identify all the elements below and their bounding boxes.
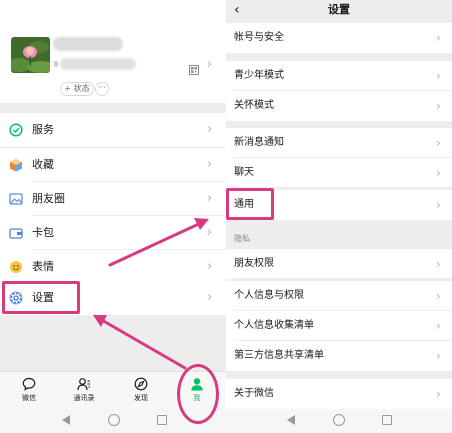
- settings-item-label: 第三方信息共享清单: [234, 350, 324, 361]
- settings-highlight-box: [2, 281, 80, 314]
- settings-item-new-message-notify[interactable]: 新消息通知 ›: [226, 128, 452, 158]
- chevron-right-icon: ›: [207, 290, 213, 305]
- menu-item-moments[interactable]: 朋友圈 ›: [0, 182, 226, 216]
- contacts-icon: [77, 378, 90, 391]
- profile-card[interactable]: › + 状态 ···: [0, 0, 226, 103]
- settings-item-teen-mode[interactable]: 青少年模式 ›: [226, 61, 452, 91]
- blurred-nickname: [53, 37, 123, 51]
- moments-icon: [9, 193, 23, 205]
- tab-contacts[interactable]: 通讯录: [64, 377, 104, 403]
- chevron-right-icon: ›: [436, 257, 441, 271]
- status-button[interactable]: + 状态: [60, 82, 94, 96]
- settings-item-label: 帐号与安全: [234, 32, 284, 43]
- tab-discover[interactable]: 发现: [121, 377, 161, 403]
- chevron-right-icon: ›: [207, 259, 213, 274]
- services-icon: [9, 123, 23, 137]
- tab-chats[interactable]: 微信: [9, 377, 49, 403]
- settings-item-label: 个人信息收集清单: [234, 320, 314, 331]
- chevron-right-icon: ›: [436, 136, 441, 150]
- settings-item-label: 聊天: [234, 167, 254, 178]
- system-nav-bar: [226, 409, 452, 433]
- settings-item-personal-info[interactable]: 个人信息与权限 ›: [226, 281, 452, 311]
- nav-back-icon[interactable]: [287, 415, 295, 425]
- qr-code-icon[interactable]: [189, 60, 199, 75]
- nav-recent-icon[interactable]: [382, 415, 392, 425]
- nav-home-icon[interactable]: [333, 414, 345, 426]
- settings-item-account-security[interactable]: 帐号与安全 ›: [226, 23, 452, 53]
- menu-item-label: 朋友圈: [32, 192, 65, 205]
- tab-label: 通讯录: [73, 394, 95, 402]
- menu-item-label: 表情: [32, 260, 54, 273]
- profile-chevron-icon: ›: [207, 57, 213, 72]
- chevron-right-icon: ›: [436, 99, 441, 113]
- settings-header: 设置 ‹: [226, 0, 452, 22]
- tab-label: 微信: [22, 394, 36, 402]
- chevron-right-icon: ›: [436, 69, 441, 83]
- chevron-right-icon: ›: [207, 157, 213, 172]
- blurred-id-prefix: [54, 61, 58, 67]
- nav-back-icon[interactable]: [62, 415, 70, 425]
- settings-item-label: 青少年模式: [234, 70, 284, 81]
- card-wallet-icon: [9, 228, 23, 239]
- favorites-icon: [10, 159, 22, 172]
- chevron-right-icon: ›: [436, 31, 441, 45]
- settings-item-label: 关怀模式: [234, 100, 274, 111]
- menu-item-label: 卡包: [32, 226, 54, 239]
- chevron-right-icon: ›: [207, 122, 213, 137]
- tab-label: 发现: [134, 394, 148, 402]
- settings-item-label: 朋友权限: [234, 258, 274, 269]
- settings-screen: 设置 ‹ 帐号与安全 › 青少年模式 › 关怀模式 › 新消息通知 › 聊天 ›…: [226, 0, 452, 433]
- page-title: 设置: [328, 3, 350, 16]
- menu-item-favorites[interactable]: 收藏 ›: [0, 148, 226, 182]
- chevron-right-icon: ›: [436, 319, 441, 333]
- settings-item-chat[interactable]: 聊天 ›: [226, 158, 452, 188]
- avatar[interactable]: [11, 37, 50, 73]
- menu-item-label: 收藏: [32, 158, 54, 171]
- chevron-left-icon[interactable]: ‹: [234, 0, 240, 20]
- chevron-right-icon: ›: [207, 225, 213, 240]
- me-screen: › + 状态 ··· 服务 › 收藏 › 朋友圈 › 卡包 › 表情 › 设置 …: [0, 0, 226, 433]
- settings-item-label: 新消息通知: [234, 137, 284, 148]
- settings-item-label: 个人信息与权限: [234, 290, 304, 301]
- me-tab-highlight-ellipse: [177, 364, 219, 424]
- settings-item-care-mode[interactable]: 关怀模式 ›: [226, 91, 452, 121]
- menu-item-services[interactable]: 服务 ›: [0, 113, 226, 147]
- settings-item-label: 关于微信: [234, 388, 274, 399]
- chevron-right-icon: ›: [207, 191, 213, 206]
- chat-bubble-icon: [22, 377, 36, 391]
- blurred-wechat-id: [60, 58, 136, 70]
- chevron-right-icon: ›: [436, 166, 441, 180]
- section-label-privacy: 隐私: [234, 234, 250, 243]
- settings-item-friend-permissions[interactable]: 朋友权限 ›: [226, 249, 452, 279]
- nav-recent-icon[interactable]: [157, 415, 167, 425]
- general-highlight-box: [226, 188, 274, 220]
- nav-home-icon[interactable]: [108, 414, 120, 426]
- chevron-right-icon: ›: [436, 349, 441, 363]
- sticker-icon: [10, 261, 22, 273]
- settings-item-info-collection[interactable]: 个人信息收集清单 ›: [226, 311, 452, 341]
- chevron-right-icon: ›: [436, 198, 441, 212]
- compass-icon: [134, 377, 148, 391]
- menu-item-label: 服务: [32, 123, 54, 136]
- divider: [234, 278, 452, 279]
- settings-item-about[interactable]: 关于微信 ›: [226, 379, 452, 409]
- more-button[interactable]: ···: [95, 82, 109, 96]
- menu-item-stickers[interactable]: 表情 ›: [0, 250, 226, 284]
- settings-item-third-party-sharing[interactable]: 第三方信息共享清单 ›: [226, 341, 452, 371]
- menu-item-cards[interactable]: 卡包 ›: [0, 216, 226, 250]
- chevron-right-icon: ›: [436, 387, 441, 401]
- chevron-right-icon: ›: [436, 289, 441, 303]
